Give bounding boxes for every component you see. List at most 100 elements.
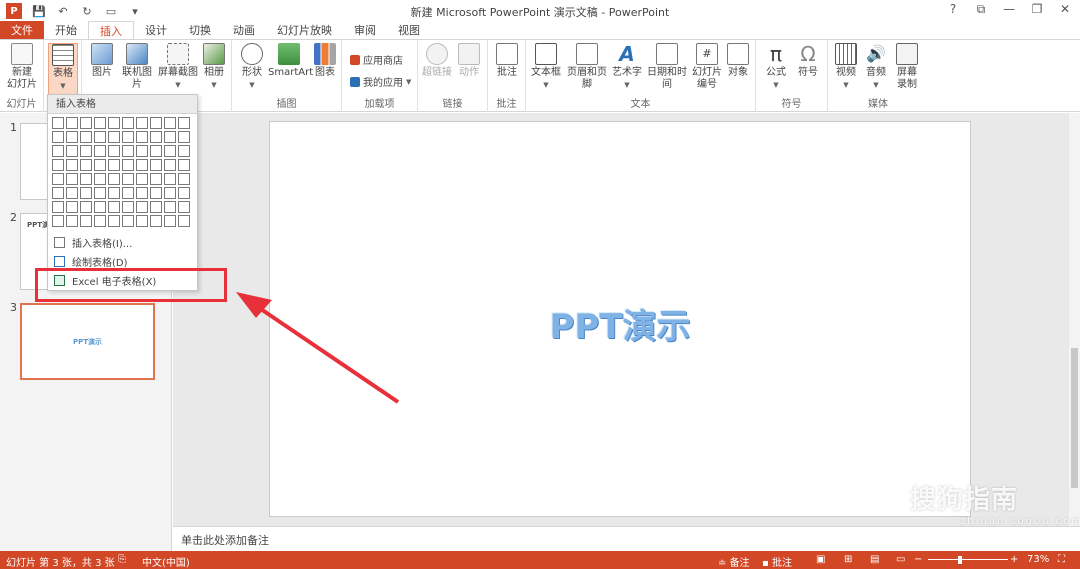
table-grid-cell[interactable] [122, 173, 134, 185]
new-slide-button[interactable]: 新建 幻灯片 [4, 43, 40, 91]
table-grid-cell[interactable] [94, 117, 106, 129]
chart-button[interactable]: 图表 [312, 43, 338, 79]
table-grid-cell[interactable] [150, 131, 162, 143]
my-apps-button[interactable]: 我的应用 ▼ [350, 74, 411, 89]
normal-view-icon[interactable]: ▣ [816, 554, 825, 565]
zoom-level[interactable]: 73% [1027, 554, 1049, 565]
table-grid-cell[interactable] [178, 201, 190, 213]
tab-animations[interactable]: 动画 [222, 21, 266, 40]
table-grid-cell[interactable] [66, 131, 78, 143]
table-grid-cell[interactable] [164, 159, 176, 171]
slide-sorter-icon[interactable]: ⊞ [844, 554, 852, 565]
table-button[interactable]: 表格 ▼ [48, 43, 78, 95]
action-button[interactable]: 动作 [454, 43, 484, 79]
table-grid-cell[interactable] [136, 117, 148, 129]
table-grid-cell[interactable] [164, 201, 176, 213]
slideshow-icon[interactable]: ▭ [896, 554, 905, 565]
table-grid-cell[interactable] [178, 215, 190, 227]
table-grid-cell[interactable] [150, 215, 162, 227]
table-grid-cell[interactable] [164, 131, 176, 143]
notes-toggle-button[interactable]: ≐ 备注 [718, 554, 750, 569]
table-grid-cell[interactable] [66, 187, 78, 199]
online-picture-button[interactable]: 联机图片 [118, 43, 156, 91]
table-grid-cell[interactable] [178, 173, 190, 185]
menu-item-insert-table[interactable]: 插入表格(I)... [54, 235, 132, 250]
zoom-slider-thumb[interactable] [958, 556, 962, 564]
album-button[interactable]: 相册 ▼ [200, 43, 228, 91]
table-grid-cell[interactable] [122, 117, 134, 129]
table-grid-cell[interactable] [108, 117, 120, 129]
picture-button[interactable]: 图片 [88, 43, 116, 79]
table-grid-cell[interactable] [164, 215, 176, 227]
zoom-slider[interactable] [928, 559, 1008, 560]
table-grid-cell[interactable] [164, 173, 176, 185]
close-button[interactable]: ✕ [1058, 2, 1072, 17]
table-grid-cell[interactable] [52, 131, 64, 143]
table-grid-cell[interactable] [94, 131, 106, 143]
spellcheck-icon[interactable]: ⎘ [118, 554, 126, 565]
table-grid-cell[interactable] [52, 145, 64, 157]
zoom-out-icon[interactable]: − [914, 554, 922, 565]
help-icon[interactable]: ? [946, 2, 960, 17]
hyperlink-button[interactable]: 超链接 [422, 43, 452, 79]
table-grid-cell[interactable] [108, 173, 120, 185]
table-grid-cell[interactable] [108, 131, 120, 143]
table-grid-cell[interactable] [178, 159, 190, 171]
tab-file[interactable]: 文件 [0, 21, 44, 40]
current-slide[interactable]: PPT演示 [269, 121, 971, 517]
table-grid-cell[interactable] [66, 159, 78, 171]
table-grid-cell[interactable] [122, 201, 134, 213]
menu-item-draw-table[interactable]: 绘制表格(D) [54, 254, 128, 269]
shapes-button[interactable]: 形状 ▼ [238, 43, 266, 91]
table-grid-cell[interactable] [94, 201, 106, 213]
table-grid-cell[interactable] [94, 215, 106, 227]
table-grid-cell[interactable] [150, 201, 162, 213]
tab-review[interactable]: 审阅 [343, 21, 387, 40]
header-footer-button[interactable]: 页眉和页脚 [564, 43, 610, 91]
table-grid-cell[interactable] [178, 117, 190, 129]
table-grid-cell[interactable] [94, 159, 106, 171]
table-grid-cell[interactable] [108, 159, 120, 171]
table-grid-cell[interactable] [108, 187, 120, 199]
ribbon-display-icon[interactable]: ⧉ [974, 2, 988, 17]
tab-insert[interactable]: 插入 [88, 21, 134, 40]
tab-transitions[interactable]: 切换 [178, 21, 222, 40]
table-grid-cell[interactable] [122, 159, 134, 171]
table-grid-cell[interactable] [178, 187, 190, 199]
table-grid-cell[interactable] [66, 215, 78, 227]
table-grid-cell[interactable] [52, 187, 64, 199]
audio-button[interactable]: 🔊 音频 ▼ [862, 43, 890, 91]
table-grid-cell[interactable] [136, 187, 148, 199]
table-grid-cell[interactable] [136, 159, 148, 171]
table-grid-cell[interactable] [122, 145, 134, 157]
table-grid-cell[interactable] [136, 131, 148, 143]
table-grid-cell[interactable] [136, 145, 148, 157]
table-grid-cell[interactable] [80, 117, 92, 129]
slide-title-text[interactable]: PPT演示 [270, 299, 970, 348]
table-grid-cell[interactable] [80, 201, 92, 213]
table-grid-cell[interactable] [164, 145, 176, 157]
table-size-grid[interactable] [52, 117, 190, 227]
screenshot-button[interactable]: 屏幕截图 ▼ [158, 43, 198, 91]
scrollbar-thumb[interactable] [1071, 348, 1078, 488]
table-grid-cell[interactable] [136, 215, 148, 227]
table-grid-cell[interactable] [80, 215, 92, 227]
slide-thumbnail-3[interactable]: PPT演示 [20, 303, 155, 380]
store-button[interactable]: 应用商店 [350, 52, 403, 67]
zoom-in-icon[interactable]: + [1010, 554, 1018, 565]
fit-to-window-icon[interactable]: ⛶ [1058, 554, 1065, 565]
table-grid-cell[interactable] [108, 201, 120, 213]
table-grid-cell[interactable] [66, 145, 78, 157]
table-grid-cell[interactable] [80, 131, 92, 143]
table-grid-cell[interactable] [52, 201, 64, 213]
tab-home[interactable]: 开始 [44, 21, 88, 40]
table-grid-cell[interactable] [122, 131, 134, 143]
notes-pane[interactable]: 单击此处添加备注 [173, 526, 1080, 551]
minimize-button[interactable]: — [1002, 2, 1016, 17]
table-grid-cell[interactable] [178, 145, 190, 157]
slide-number-button[interactable]: # 幻灯片 编号 [692, 43, 722, 91]
table-grid-cell[interactable] [136, 201, 148, 213]
equation-button[interactable]: π 公式 ▼ [762, 43, 790, 91]
smartart-button[interactable]: SmartArt [268, 43, 313, 79]
table-grid-cell[interactable] [94, 187, 106, 199]
